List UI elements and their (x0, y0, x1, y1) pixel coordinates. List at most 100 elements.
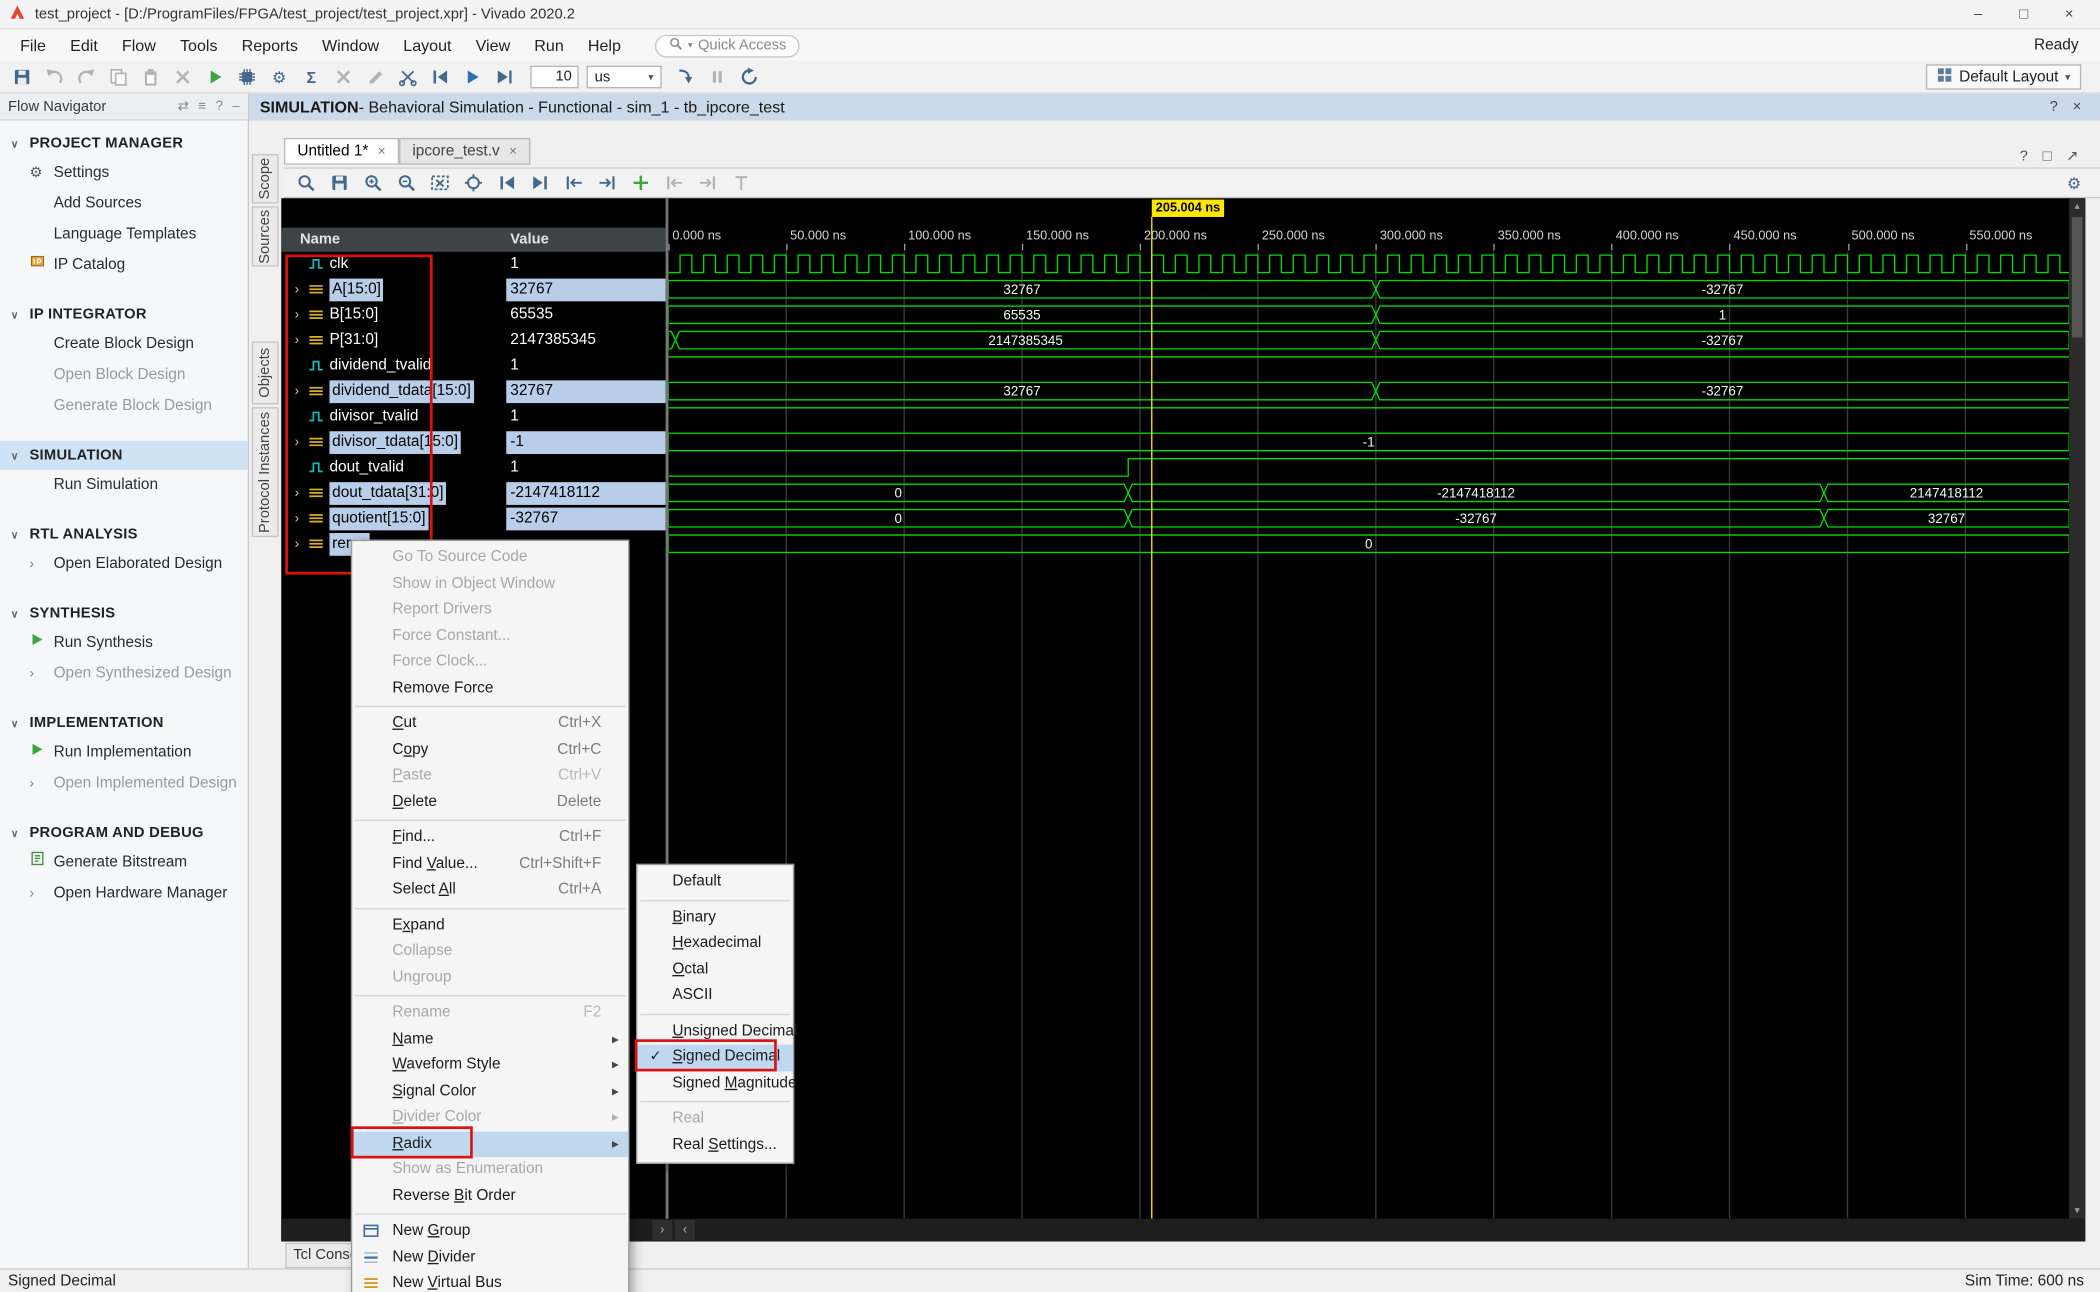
expand-icon[interactable]: › (295, 481, 299, 506)
name-column-header[interactable]: Name (300, 228, 340, 252)
flow-nav-item-open-hardware-manager[interactable]: ›Open Hardware Manager (0, 879, 248, 910)
cursor-time-flag[interactable]: 205.004 ns (1152, 200, 1224, 217)
settings-icon[interactable]: ⚙ (265, 63, 293, 91)
flow-nav-item-run-synthesis[interactable]: Run Synthesis (0, 628, 248, 659)
program-device-icon[interactable] (233, 63, 261, 91)
flow-nav-item-open-block-design[interactable]: Open Block Design (0, 360, 248, 391)
scroll-up-icon[interactable]: ▴ (2069, 198, 2085, 214)
save-icon[interactable] (8, 63, 36, 91)
save-waveform-icon[interactable] (327, 170, 352, 195)
menu-item-ascii[interactable]: ASCII (637, 983, 792, 1009)
menu-item-new-divider[interactable]: New Divider (352, 1245, 628, 1271)
menu-help[interactable]: Help (576, 29, 633, 61)
side-tab-objects[interactable]: Objects (252, 342, 279, 405)
menu-item-delete[interactable]: DeleteDelete (352, 790, 628, 816)
flow-nav-item-settings[interactable]: ⚙Settings (0, 158, 248, 189)
scrollbar-thumb[interactable] (2072, 217, 2083, 338)
side-tab-protocol-instances[interactable]: Protocol Instances (252, 407, 279, 537)
side-tab-sources[interactable]: Sources (252, 206, 279, 266)
zoom-in-icon[interactable] (360, 170, 385, 195)
menu-flow[interactable]: Flow (110, 29, 168, 61)
waveform-clk[interactable] (668, 255, 2069, 272)
maximize-button[interactable]: □ (2001, 1, 2047, 28)
signal-row-dout-tdata-31-0[interactable]: ›dout_tdata[31:0]-2147418112 (281, 481, 665, 506)
signal-row-clk[interactable]: clk1 (281, 252, 665, 277)
zoom-to-cursor-icon[interactable] (461, 170, 486, 195)
menu-item-signal-color[interactable]: Signal Color▸ (352, 1079, 628, 1105)
run-time-input[interactable]: 10 (530, 66, 578, 89)
flow-nav-section-implementation[interactable]: ∨IMPLEMENTATION (0, 708, 248, 737)
menu-reports[interactable]: Reports (230, 29, 310, 61)
value-column-header[interactable]: Value (510, 228, 549, 252)
signal-name[interactable]: dividend_tvalid (329, 355, 431, 378)
menu-item-new-virtual-bus[interactable]: New Virtual Bus (352, 1271, 628, 1292)
menu-item-cut[interactable]: CutCtrl+X (352, 711, 628, 737)
signal-row-divisor-tdata-15-0[interactable]: ›divisor_tdata[15:0]-1 (281, 430, 665, 455)
run-all-icon[interactable] (458, 63, 486, 91)
flow-nav-section-synthesis[interactable]: ∨SYNTHESIS (0, 599, 248, 628)
signal-name[interactable]: divisor_tdata[15:0] (329, 431, 460, 454)
side-tab-scope[interactable]: Scope (252, 154, 279, 204)
tab-tcl-console[interactable]: Tcl Console (285, 1243, 355, 1268)
layout-selector[interactable]: Default Layout ▾ (1926, 64, 2082, 89)
goto-time-end-icon[interactable] (528, 170, 553, 195)
flow-nav-item-generate-bitstream[interactable]: Generate Bitstream (0, 848, 248, 879)
minimize-panel-icon[interactable]: – (232, 99, 239, 114)
previous-transition-icon[interactable] (561, 170, 586, 195)
flow-nav-item-run-simulation[interactable]: Run Simulation (0, 470, 248, 501)
menu-item-octal[interactable]: Octal (637, 957, 792, 983)
flow-nav-item-ip-catalog[interactable]: IP Catalog (0, 250, 248, 281)
signal-name[interactable]: quotient[15:0] (329, 508, 428, 531)
menu-item-signed-magnitude[interactable]: Signed Magnitude (637, 1071, 792, 1097)
tab-untitled-1[interactable]: Untitled 1* × (284, 138, 399, 165)
signal-name[interactable]: dividend_tdata[15:0] (329, 380, 473, 403)
menu-item-default[interactable]: Default (637, 869, 792, 895)
flow-nav-item-open-elaborated-design[interactable]: ›Open Elaborated Design (0, 549, 248, 580)
report-icon[interactable]: Σ (297, 63, 325, 91)
menu-item-waveform-style[interactable]: Waveform Style▸ (352, 1053, 628, 1079)
signal-name[interactable]: dout_tvalid (329, 457, 403, 480)
waveform-dividend-tdata-15-0[interactable]: 32767-32767 (668, 382, 2069, 399)
expand-icon[interactable]: › (295, 303, 299, 328)
waveform-a-15-0[interactable]: 32767-32767 (668, 281, 2069, 298)
signal-row-quotient-15-0[interactable]: ›quotient[15:0]-32767 (281, 506, 665, 531)
waveform-divisor-tdata-15-0[interactable]: -1 (668, 433, 2069, 450)
float-window-icon[interactable]: □ (2043, 148, 2052, 164)
menu-icon[interactable]: ≡ (198, 99, 206, 114)
signal-row-b-15-0[interactable]: ›B[15:0]65535 (281, 303, 665, 328)
signal-row-dout-tvalid[interactable]: dout_tvalid1 (281, 455, 665, 480)
menu-item-find-value[interactable]: Find Value...Ctrl+Shift+F (352, 851, 628, 877)
menu-item-select-all[interactable]: Select AllCtrl+A (352, 877, 628, 903)
close-panel-icon[interactable]: × (2073, 99, 2082, 115)
menu-item-signed-decimal[interactable]: ✓Signed Decimal (637, 1045, 792, 1071)
signal-name[interactable]: P[31:0] (329, 329, 378, 352)
flow-nav-section-ip-integrator[interactable]: ∨IP INTEGRATOR (0, 300, 248, 329)
menu-edit[interactable]: Edit (58, 29, 110, 61)
search-icon[interactable] (293, 170, 318, 195)
flow-nav-item-run-implementation[interactable]: Run Implementation (0, 738, 248, 769)
help-icon[interactable]: ? (2050, 99, 2058, 115)
menu-file[interactable]: File (8, 29, 58, 61)
signal-row-divisor-tvalid[interactable]: divisor_tvalid1 (281, 404, 665, 429)
signal-row-p-31-0[interactable]: ›P[31:0]2147385345 (281, 328, 665, 353)
signal-name[interactable]: divisor_tvalid (329, 406, 418, 429)
menu-view[interactable]: View (464, 29, 523, 61)
run-for-icon[interactable] (490, 63, 518, 91)
waveform-dout-tvalid[interactable] (668, 459, 2069, 476)
chevron-right-icon[interactable]: › (29, 549, 33, 580)
scroll-right-icon[interactable]: › (652, 1220, 672, 1240)
menu-item-copy[interactable]: CopyCtrl+C (352, 737, 628, 763)
add-marker-icon[interactable] (628, 170, 653, 195)
signal-name[interactable]: dout_tdata[31:0] (329, 482, 446, 505)
flow-nav-item-open-synthesized-design[interactable]: ›Open Synthesized Design (0, 659, 248, 690)
help-icon[interactable]: ? (2020, 148, 2028, 164)
expand-icon[interactable]: › (295, 430, 299, 455)
help-icon[interactable]: ? (215, 99, 222, 114)
flow-nav-section-project-manager[interactable]: ∨PROJECT MANAGER (0, 129, 248, 158)
next-transition-icon[interactable] (595, 170, 620, 195)
flow-nav-item-add-sources[interactable]: Add Sources (0, 189, 248, 220)
zoom-out-icon[interactable] (394, 170, 419, 195)
close-icon[interactable]: × (509, 144, 517, 159)
flow-nav-item-generate-block-design[interactable]: Generate Block Design (0, 391, 248, 422)
restart-sim-icon[interactable] (426, 63, 454, 91)
